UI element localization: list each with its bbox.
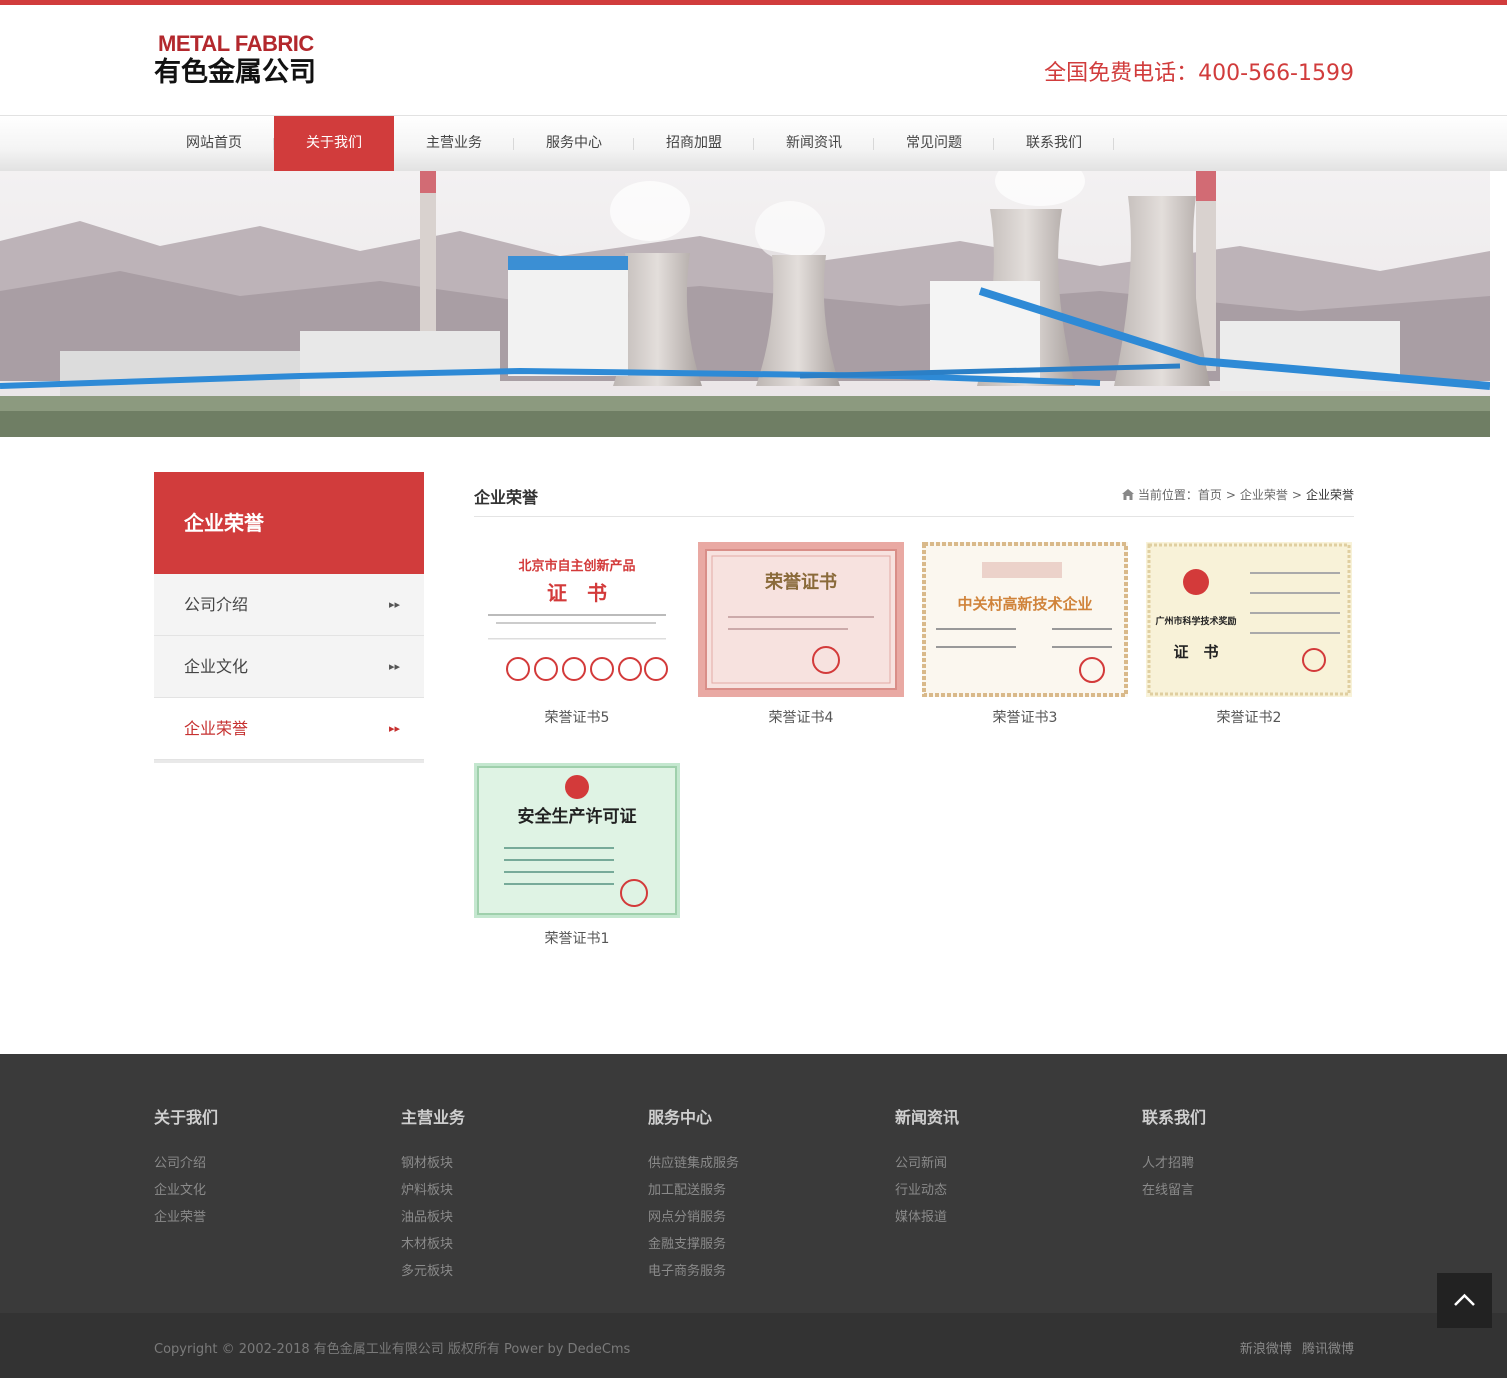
cert-title: 中关村高新技术企业 (957, 595, 1092, 613)
footer-column-news: 新闻资讯 公司新闻 行业动态 媒体报道 (895, 1104, 959, 1231)
gallery-item[interactable]: 荣誉证书 荣誉证书4 (698, 542, 904, 727)
sidebar-title: 企业荣誉 (154, 472, 424, 574)
nav-item-home[interactable]: 网站首页 (154, 116, 274, 171)
sidebar-item-label: 企业文化 (184, 657, 249, 676)
footer-link[interactable]: 炉料板块 (401, 1177, 465, 1204)
footer-link[interactable]: 在线留言 (1142, 1177, 1206, 1204)
cert-title: 安全生产许可证 (518, 806, 637, 827)
sidebar-item-label: 公司介绍 (184, 595, 249, 614)
nav-item-service[interactable]: 服务中心 (514, 116, 634, 171)
main-content: 企业荣誉 当前位置： 首页 > 企业荣誉 > 企业荣誉 北京市自主创新产品 证 … (474, 472, 1354, 947)
footer-link[interactable]: 公司介绍 (154, 1150, 218, 1177)
hotline: 全国免费电话：400-566-1599 (1044, 61, 1354, 86)
double-chevron-right-icon: ▸▸ (388, 660, 400, 673)
sidebar: 企业荣誉 公司介绍 ▸▸ 企业文化 ▸▸ 企业荣誉 ▸▸ (154, 472, 424, 763)
certificate-image[interactable]: 中关村高新技术企业 (922, 542, 1128, 697)
footer-link[interactable]: 企业文化 (154, 1177, 218, 1204)
copyright-bar: Copyright © 2002-2018 有色金属工业有限公司 版权所有 Po… (0, 1313, 1507, 1378)
breadcrumb-current: 企业荣誉 (1305, 488, 1354, 502)
gallery-caption: 荣誉证书3 (992, 710, 1058, 726)
cert-title: 北京市自主创新产品 (518, 558, 635, 574)
back-to-top-button[interactable] (1437, 1273, 1492, 1328)
banner-image (0, 171, 1490, 437)
footer-column-service: 服务中心 供应链集成服务 加工配送服务 网点分销服务 金融支撑服务 电子商务服务 (648, 1104, 739, 1285)
gallery-caption: 荣誉证书5 (544, 710, 610, 726)
sidebar-bottom-bar (154, 760, 424, 763)
gallery-caption: 荣誉证书4 (768, 710, 834, 726)
logo-cn: 有色金属公司 (154, 57, 316, 88)
gallery-item[interactable]: 安全生产许可证 荣誉证书1 (474, 763, 680, 948)
gallery-item[interactable]: 广州市科学技术奖励 证 书 荣誉证书2 (1146, 542, 1352, 727)
cert-title: 荣誉证书 (764, 571, 837, 593)
footer-link[interactable]: 钢材板块 (401, 1150, 465, 1177)
footer-column-title: 关于我们 (154, 1108, 219, 1127)
footer-column-title: 新闻资讯 (895, 1108, 960, 1127)
footer-link[interactable]: 行业动态 (895, 1177, 959, 1204)
cert-title: 广州市科学技术奖励 (1155, 615, 1236, 627)
footer-link[interactable]: 加工配送服务 (648, 1177, 739, 1204)
breadcrumb-prefix: 当前位置： (1137, 488, 1198, 502)
footer-link[interactable]: 油品板块 (401, 1204, 465, 1231)
social-links: 新浪微博 腾讯微博 (1234, 1338, 1354, 1357)
header: METAL FABRIC 有色金属公司 全国免费电话：400-566-1599 (0, 5, 1507, 115)
weibo-sina-link[interactable]: 新浪微博 (1240, 1342, 1292, 1357)
nav-item-faq[interactable]: 常见问题 (874, 116, 994, 171)
home-icon (1121, 489, 1134, 500)
nav-item-about[interactable]: 关于我们 (274, 116, 394, 171)
page-title: 企业荣誉 (474, 488, 539, 507)
footer-link[interactable]: 人才招聘 (1142, 1150, 1206, 1177)
footer-column-title: 联系我们 (1142, 1108, 1207, 1127)
copyright-text: Copyright © 2002-2018 有色金属工业有限公司 版权所有 Po… (154, 1342, 631, 1357)
footer: 关于我们 公司介绍 企业文化 企业荣誉 主营业务 钢材板块 炉料板块 油品板块 … (0, 1054, 1507, 1313)
nav-item-business[interactable]: 主营业务 (394, 116, 514, 171)
nav-item-franchise[interactable]: 招商加盟 (634, 116, 754, 171)
gallery-caption: 荣誉证书1 (544, 931, 610, 947)
content-header: 企业荣誉 当前位置： 首页 > 企业荣誉 > 企业荣誉 (474, 472, 1354, 517)
footer-column-business: 主营业务 钢材板块 炉料板块 油品板块 木材板块 多元板块 (401, 1104, 465, 1285)
chevron-up-icon (1454, 1293, 1475, 1306)
footer-link[interactable]: 木材板块 (401, 1231, 465, 1258)
certificate-image[interactable]: 荣誉证书 (698, 542, 904, 697)
certificate-image[interactable]: 北京市自主创新产品 证 书 (474, 542, 680, 697)
cert-subtitle: 证 书 (547, 581, 607, 605)
nav-item-contact[interactable]: 联系我们 (994, 116, 1114, 171)
footer-link[interactable]: 金融支撑服务 (648, 1231, 739, 1258)
double-chevron-right-icon: ▸▸ (388, 598, 400, 611)
logo[interactable]: METAL FABRIC 有色金属公司 (154, 31, 316, 89)
gallery-caption: 荣誉证书2 (1216, 710, 1282, 726)
logo-en: METAL FABRIC (158, 31, 314, 56)
certificate-image[interactable]: 安全生产许可证 (474, 763, 680, 918)
certificate-image[interactable]: 广州市科学技术奖励 证 书 (1146, 542, 1352, 697)
nav-item-news[interactable]: 新闻资讯 (754, 116, 874, 171)
breadcrumb: 当前位置： 首页 > 企业荣誉 > 企业荣誉 (1121, 486, 1354, 503)
breadcrumb-separator: > (1225, 487, 1236, 502)
footer-column-title: 主营业务 (401, 1108, 466, 1127)
double-chevron-right-icon: ▸▸ (388, 722, 400, 735)
footer-link[interactable]: 公司新闻 (895, 1150, 959, 1177)
weibo-tencent-link[interactable]: 腾讯微博 (1302, 1342, 1354, 1357)
gallery-item[interactable]: 北京市自主创新产品 证 书 荣誉证书5 (474, 542, 680, 727)
footer-column-about: 关于我们 公司介绍 企业文化 企业荣誉 (154, 1104, 218, 1231)
footer-link[interactable]: 网点分销服务 (648, 1204, 739, 1231)
cert-subtitle: 证 书 (1173, 643, 1218, 661)
footer-link[interactable]: 电子商务服务 (648, 1258, 739, 1285)
breadcrumb-separator: > (1291, 487, 1302, 502)
sidebar-item-label: 企业荣誉 (184, 719, 249, 738)
gallery-item[interactable]: 中关村高新技术企业 荣誉证书3 (922, 542, 1128, 727)
footer-link[interactable]: 企业荣誉 (154, 1204, 218, 1231)
sidebar-item-honors[interactable]: 企业荣誉 ▸▸ (154, 698, 424, 760)
power-plant-illustration (0, 171, 1490, 437)
footer-column-contact: 联系我们 人才招聘 在线留言 (1142, 1104, 1206, 1204)
breadcrumb-home-link[interactable]: 首页 (1198, 486, 1222, 503)
footer-column-title: 服务中心 (648, 1108, 713, 1127)
footer-link[interactable]: 媒体报道 (895, 1204, 959, 1231)
main-nav: 网站首页 关于我们 主营业务 服务中心 招商加盟 新闻资讯 常见问题 联系我们 (0, 115, 1507, 171)
footer-link[interactable]: 供应链集成服务 (648, 1150, 739, 1177)
sidebar-item-company-intro[interactable]: 公司介绍 ▸▸ (154, 574, 424, 636)
footer-link[interactable]: 多元板块 (401, 1258, 465, 1285)
breadcrumb-honors-link[interactable]: 企业荣誉 (1240, 486, 1288, 503)
sidebar-item-culture[interactable]: 企业文化 ▸▸ (154, 636, 424, 698)
